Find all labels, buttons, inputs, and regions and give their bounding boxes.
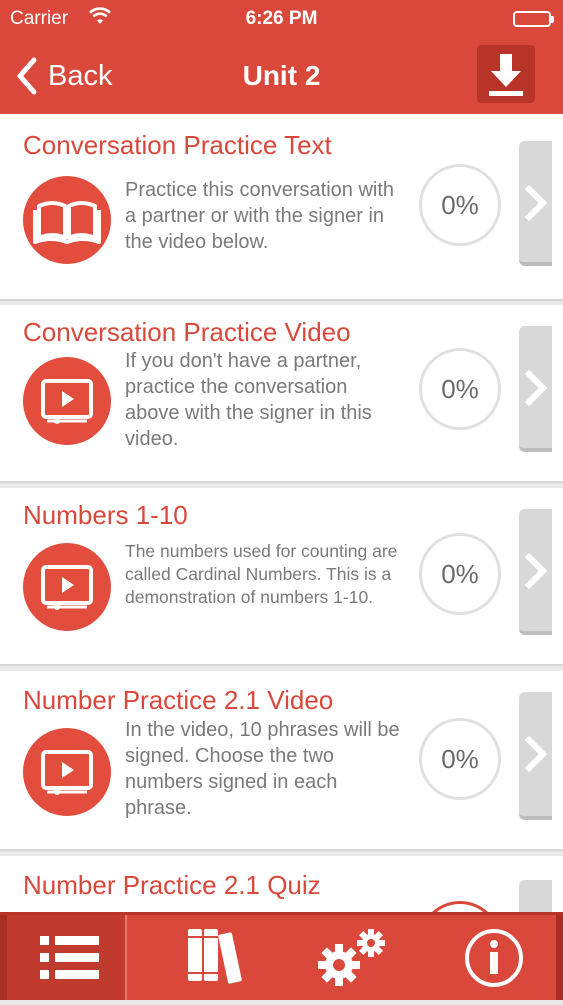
chevron-right-icon <box>524 552 548 590</box>
download-icon <box>489 54 523 96</box>
battery-icon <box>513 11 554 27</box>
lesson-card[interactable]: Conversation Practice Text Practice this… <box>0 114 563 301</box>
lesson-description: Practice this conversation with a partne… <box>125 179 395 253</box>
lesson-card[interactable]: Numbers 1-10 The numbers used for counti… <box>0 488 563 666</box>
book-icon <box>23 176 111 264</box>
gears-icon <box>318 929 385 986</box>
lesson-title: Conversation Practice Video <box>23 317 351 347</box>
status-time: 6:26 PM <box>245 8 318 29</box>
tab-bar <box>0 912 563 1000</box>
list-icon <box>40 936 99 979</box>
info-icon <box>465 929 523 987</box>
progress-indicator: 0% <box>419 533 501 615</box>
lesson-title: Number Practice 2.1 Video <box>23 685 334 715</box>
open-lesson-button[interactable] <box>519 326 552 452</box>
progress-indicator: 0% <box>419 164 501 246</box>
open-lesson-button[interactable] <box>519 692 552 820</box>
lesson-title: Number Practice 2.1 Quiz <box>23 870 321 900</box>
lesson-description: If you don't have a partner, practice th… <box>125 350 372 450</box>
lesson-title: Conversation Practice Text <box>23 130 332 160</box>
lesson-description: The numbers used for counting are called… <box>125 541 398 607</box>
tab-settings[interactable] <box>295 915 415 1000</box>
open-lesson-button[interactable] <box>519 141 552 266</box>
chevron-right-icon <box>524 369 548 407</box>
tab-list[interactable] <box>7 915 127 1000</box>
progress-indicator: 0% <box>419 348 501 430</box>
lesson-card[interactable]: Conversation Practice Video If you don't… <box>0 305 563 483</box>
books-icon <box>188 929 242 984</box>
chevron-right-icon <box>524 184 548 222</box>
progress-indicator: 0% <box>419 718 501 800</box>
download-button[interactable] <box>477 45 535 103</box>
lesson-title: Numbers 1-10 <box>23 500 188 530</box>
tab-library[interactable] <box>155 915 275 1000</box>
chevron-right-icon <box>524 735 548 773</box>
tab-info[interactable] <box>435 915 555 1000</box>
lesson-card[interactable]: Number Practice 2.1 Video In the video, … <box>0 671 563 851</box>
video-icon <box>23 543 111 631</box>
video-icon <box>23 357 111 445</box>
header: Carrier 6:26 PM Back Unit 2 <box>0 0 563 114</box>
nav-bar: Back Unit 2 <box>0 40 563 114</box>
lesson-description: In the video, 10 phrases will be signed.… <box>125 719 400 819</box>
open-lesson-button[interactable] <box>519 509 552 635</box>
video-icon <box>23 728 111 816</box>
status-bar: Carrier 6:26 PM <box>0 0 563 40</box>
